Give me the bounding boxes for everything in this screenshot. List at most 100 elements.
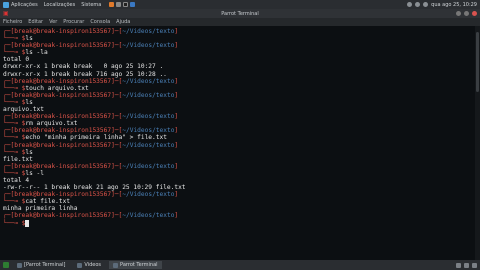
output-line: total 0 [3,56,30,64]
prompt-line: ┌─[break@break-inspiron153567]─[~/Videos… [3,212,471,219]
prompt-end: ] [174,127,179,135]
command-line: └──╼ $ls [3,99,471,106]
prompt-path: ~/Videos/texto [122,28,175,35]
command-line: └──╼ $ls [3,149,471,156]
parrot-logo-icon[interactable] [3,1,9,8]
menu-places[interactable]: Localizações [44,2,76,8]
command-text: cat file.txt [25,198,71,206]
prompt-host: break-inspiron153567 [36,212,112,220]
workspace-2-icon[interactable] [464,262,469,268]
menu-help[interactable]: Ajuda [116,19,130,25]
command-text: ls [25,98,33,106]
prompt-user: break [14,212,33,220]
show-desktop-icon[interactable] [3,262,9,268]
folder-task-icon [77,262,83,268]
prompt-path: ~/Videos/texto [122,42,175,50]
output-line: minha primeira linha [3,205,78,213]
battery-icon[interactable] [423,2,429,7]
prompt-end: ] [174,141,179,149]
command-line: └──╼ $touch arquivo.txt [3,85,471,92]
command-text: ls -la [25,49,48,57]
menu-search[interactable]: Procurar [63,19,84,25]
trash-icon[interactable] [472,262,477,268]
menu-system[interactable]: Sistema [81,2,101,8]
prompt-end: ] [174,42,179,50]
prompt-path: ~/Videos/texto [122,91,175,99]
command-line: └──╼ $ls -la [3,49,471,56]
prompt-corner: ┌─[ [3,28,15,35]
clock[interactable]: qua ago 25, 10:29 [431,2,477,8]
menu-view[interactable]: Ver [49,19,57,25]
prompt-arrow: └──╼ [3,120,22,128]
command-text: echo "minha primeira linha" > file.txt [25,134,167,142]
browser-launcher-icon[interactable] [109,2,115,7]
prompt-end: ] [174,77,179,85]
prompt-end: ] [174,91,179,99]
scrollbar-thumb[interactable] [476,32,479,92]
prompt-line: ┌─[break@break-inspiron153567]─[~/Videos… [3,78,471,85]
prompt-user: break [14,162,33,170]
command-text: touch arquivo.txt [25,84,89,92]
menu-edit[interactable]: Editar [28,19,43,25]
menu-file[interactable]: Ficheiro [3,19,22,25]
prompt-corner: ┌─[ [3,91,15,99]
terminal-scrollbar[interactable] [475,26,480,260]
terminal-window: ▣ Parrot Terminal Ficheiro Editar Ver Pr… [0,9,480,260]
prompt-line: ┌─[break@break-inspiron153567]─[~/Videos… [3,92,471,99]
prompt-corner: ┌─[ [3,77,15,85]
bottom-taskbar: [Parrot Terminal] Videos Parrot Terminal [0,260,480,270]
prompt-arrow: └──╼ [3,169,22,177]
prompt-sep: ]─[ [111,191,123,199]
command-line: └──╼ $rm arquivo.txt [3,120,471,127]
command-line: └──╼ $cat file.txt [3,198,471,205]
prompt-end: ] [174,212,179,220]
mail-launcher-icon[interactable] [130,2,136,7]
terminal-task-icon [113,262,119,268]
taskbar-item-active[interactable]: Parrot Terminal [109,261,162,269]
prompt-arrow: └──╼ [3,219,22,227]
prompt-line: ┌─[break@break-inspiron153567]─[~/Videos… [3,42,471,49]
prompt-arrow: └──╼ [3,134,22,142]
window-menubar: Ficheiro Editar Ver Procurar Consola Aju… [0,18,480,26]
window-titlebar[interactable]: ▣ Parrot Terminal [0,9,480,18]
prompt-path: ~/Videos/texto [122,77,175,85]
terminal-launcher-icon[interactable] [123,2,129,7]
prompt-user: break [14,77,33,85]
prompt-host: break-inspiron153567 [36,91,112,99]
prompt-arrow: └──╼ [3,35,22,43]
prompt-line: ┌─[break@break-inspiron153567]─[~/Videos… [3,28,471,35]
prompt-sep: ]─[ [111,42,123,50]
terminal-output[interactable]: ┌─[break@break-inspiron153567]─[~/Videos… [0,26,474,260]
command-text: ls [25,35,33,43]
command-line: └──╼ $ls [3,35,471,42]
prompt-host: break-inspiron153567 [36,162,112,170]
output-line: -rw-r--r-- 1 break break 21 ago 25 10:29… [3,184,186,192]
prompt-user: break [14,141,33,149]
volume-icon[interactable] [415,2,421,7]
network-icon[interactable] [407,2,413,7]
command-text: ls -l [25,169,45,177]
prompt-corner: ┌─[ [3,162,15,170]
prompt-path: ~/Videos/texto [122,141,175,149]
workspace-1-icon[interactable] [456,262,461,268]
output-line: file.txt [3,155,33,163]
taskbar-item-label: [Parrot Terminal] [24,262,66,268]
prompt-line: ┌─[break@break-inspiron153567]─[~/Videos… [3,142,471,149]
taskbar-item[interactable]: Videos [73,261,105,269]
prompt-sep: ]─[ [111,28,123,35]
menu-applications[interactable]: Aplicações [11,2,38,8]
menu-console[interactable]: Consola [90,19,110,25]
prompt-user: break [14,28,33,35]
output-line: arquivo.txt [3,106,44,114]
prompt-host: break-inspiron153567 [36,28,112,35]
prompt-corner: ┌─[ [3,212,15,220]
taskbar-item[interactable]: [Parrot Terminal] [13,261,69,269]
top-panel: Aplicações Localizações Sistema qua ago … [0,0,480,9]
prompt-path: ~/Videos/texto [122,162,175,170]
prompt-end: ] [174,191,179,199]
prompt-end: ] [174,162,179,170]
prompt-host: break-inspiron153567 [36,77,112,85]
prompt-sep: ]─[ [111,113,123,121]
prompt-corner: ┌─[ [3,141,15,149]
files-launcher-icon[interactable] [116,2,122,7]
